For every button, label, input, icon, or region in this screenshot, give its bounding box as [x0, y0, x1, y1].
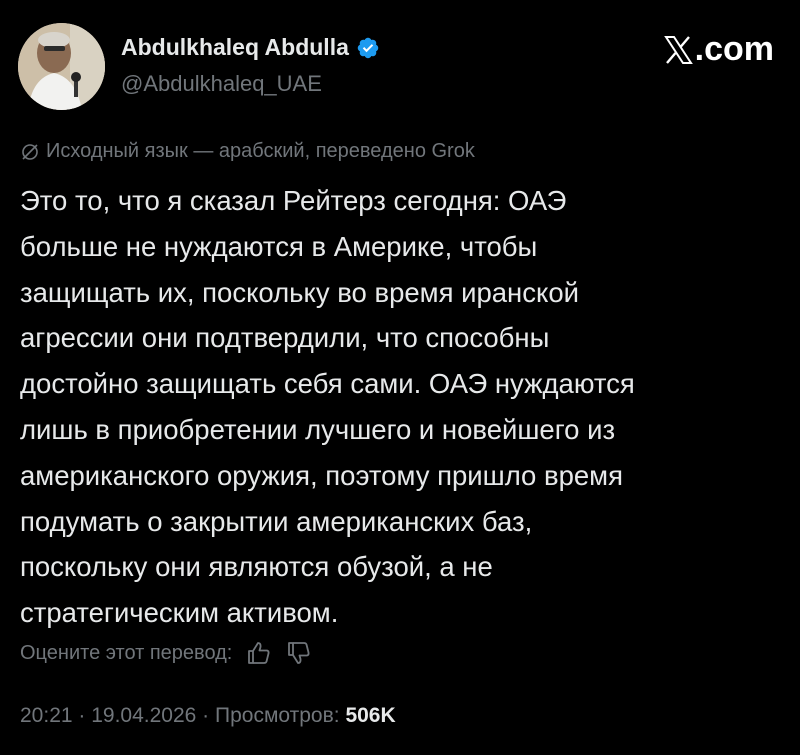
- tweet-line: подумать о закрытии американских баз,: [20, 505, 533, 537]
- x-logo-icon: [663, 35, 693, 64]
- tweet-date[interactable]: 19.04.2026: [91, 704, 196, 727]
- tweet-line: больше не нуждаются в Америке, чтобы: [20, 230, 538, 262]
- tweet-line: Это то, что я сказал Рейтерз сегодня: ОА…: [20, 185, 567, 216]
- globe-icon: [20, 142, 40, 162]
- tweet-line: американского оружия, поэтому пришло вре…: [20, 459, 623, 491]
- site-logo-text: .com: [694, 30, 774, 68]
- rate-translation: Оцените этот перевод:: [20, 640, 312, 666]
- verified-badge-icon: [356, 36, 380, 60]
- translation-note-text: Исходный язык — арабский, переведено Gro…: [46, 140, 475, 162]
- author-handle[interactable]: @Abdulkhaleq_UAE: [121, 71, 322, 97]
- thumbs-up-icon[interactable]: [246, 640, 272, 666]
- tweet-line: защищать их, поскольку во время иранской: [20, 276, 579, 308]
- tweet-line: лишь в приобретении лучшего и новейшего …: [20, 413, 616, 445]
- avatar-image: [18, 23, 105, 110]
- tweet-time[interactable]: 20:21: [20, 704, 73, 727]
- meta-separator: ·: [72, 704, 92, 727]
- author-display-name[interactable]: Abdulkhaleq Abdulla: [121, 34, 380, 61]
- rate-translation-label: Оцените этот перевод:: [20, 641, 233, 664]
- tweet-line: стратегическим активом.: [20, 597, 339, 629]
- author-name-text: Abdulkhaleq Abdulla: [121, 34, 349, 60]
- translation-note[interactable]: Исходный язык — арабский, переведено Gro…: [20, 140, 475, 163]
- meta-separator: ·: [196, 704, 216, 727]
- views-label: Просмотров:: [215, 704, 340, 727]
- tweet-meta: 20:21 · 19.04.2026 · Просмотров: 506K: [20, 704, 396, 728]
- tweet-line: агрессии они подтвердили, что способны: [20, 322, 550, 354]
- tweet-line: достойно защищать себя сами. ОАЭ нуждают…: [20, 368, 635, 400]
- tweet-line: поскольку они являются обузой, а не: [20, 551, 493, 583]
- tweet-text: Это то, что я сказал Рейтерз сегодня: ОА…: [20, 178, 790, 636]
- views-count: 506K: [345, 704, 396, 727]
- site-logo[interactable]: .com: [663, 30, 774, 69]
- avatar[interactable]: [18, 23, 105, 110]
- thumbs-down-icon[interactable]: [286, 640, 312, 666]
